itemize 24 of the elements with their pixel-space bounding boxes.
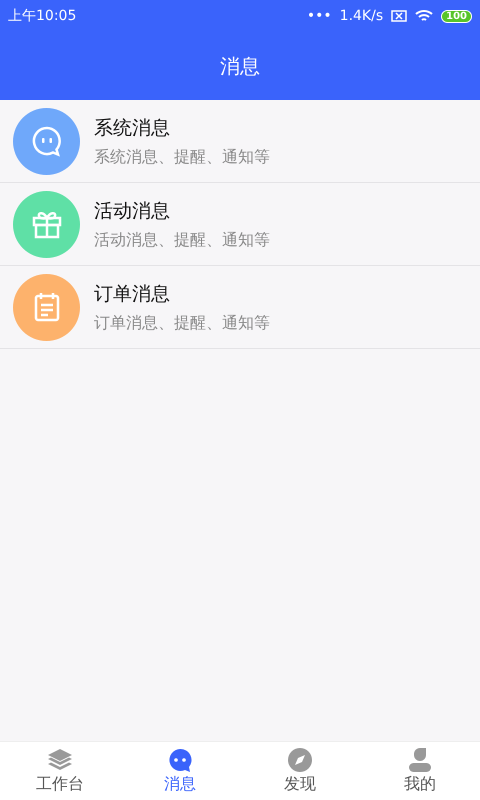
page-title: 消息	[220, 52, 260, 80]
no-sim-icon	[391, 10, 408, 22]
category-subtitle: 系统消息、提醒、通知等	[94, 146, 270, 168]
message-category-item[interactable]: 活动消息 活动消息、提醒、通知等	[0, 183, 480, 266]
status-time: 上午10:05	[8, 7, 76, 25]
message-category-item[interactable]: 订单消息 订单消息、提醒、通知等	[0, 266, 480, 349]
tab-button[interactable]: 工作台	[0, 742, 120, 800]
category-title: 系统消息	[94, 116, 171, 140]
message-category-item[interactable]: 系统消息 系统消息、提醒、通知等	[0, 100, 480, 183]
wifi-icon	[415, 9, 434, 23]
category-title: 订单消息	[94, 282, 171, 306]
user-icon	[406, 748, 434, 772]
battery-level: 100	[441, 10, 472, 22]
category-title: 活动消息	[94, 198, 171, 224]
tab-button[interactable]: 发现	[240, 742, 360, 800]
compass-icon	[286, 748, 314, 772]
more-dots: •••	[306, 8, 332, 24]
category-subtitle: 活动消息、提醒、通知等	[94, 230, 270, 250]
tab-button[interactable]: 我的	[360, 742, 480, 800]
chat-bubble-icon	[30, 124, 64, 158]
category-subtitle: 订单消息、提醒、通知等	[94, 312, 270, 334]
network-speed: 1.4K/s	[340, 8, 384, 24]
layers-icon	[46, 748, 74, 772]
tab-button[interactable]: 消息	[120, 742, 240, 800]
